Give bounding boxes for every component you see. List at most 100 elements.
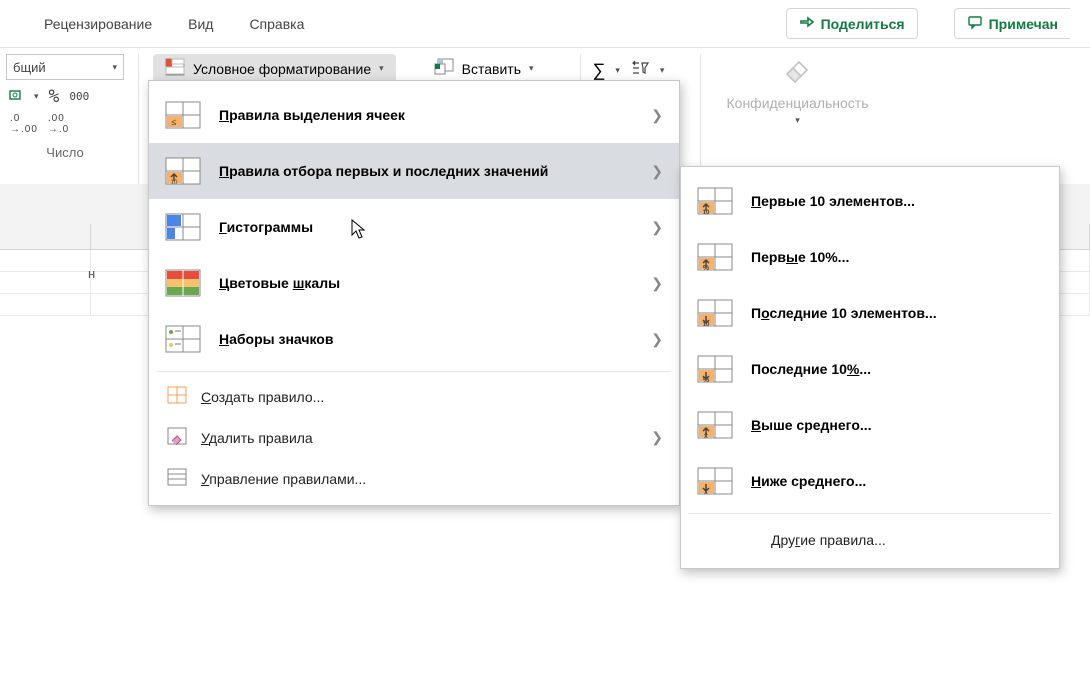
share-icon <box>799 14 815 33</box>
top-10-items-icon: 10 <box>697 187 733 215</box>
sub-top-10-items[interactable]: 10 Первые 10 элементов... <box>681 173 1059 229</box>
comments-label: Примечан <box>989 16 1058 32</box>
menu-label: Управление правилами... <box>201 471 366 487</box>
svg-text:%: % <box>703 377 710 383</box>
cond-format-label: Условное форматирование <box>193 61 371 77</box>
submenu-arrow-icon: ❯ <box>651 219 663 236</box>
sub-bottom-10-percent[interactable]: % Последние 10%... <box>681 341 1059 397</box>
bottom-10-percent-icon: % <box>697 355 733 383</box>
conditional-formatting-button[interactable]: Условное форматирование ▾ <box>153 54 396 83</box>
sub-other-rules[interactable]: Другие правила... <box>681 518 1059 562</box>
menu-top-bottom-rules[interactable]: 10 Правила отбора первых и последних зна… <box>149 143 679 199</box>
submenu-arrow-icon: ❯ <box>651 163 663 180</box>
cond-format-icon <box>165 58 185 79</box>
chevron-down-icon: ▾ <box>112 62 117 73</box>
top-bottom-rules-submenu: 10 Первые 10 элементов... % Первые 10%..… <box>680 166 1060 569</box>
tab-review[interactable]: Рецензирование <box>44 16 152 32</box>
sub-label: Первые 10 элементов... <box>751 193 915 209</box>
sub-label: Ниже среднего... <box>751 473 866 489</box>
autosum-icon[interactable]: ∑ <box>593 60 606 81</box>
cells-group: Вставить ▾ <box>426 54 542 83</box>
menu-clear-rules[interactable]: Удалить правила ❯ <box>149 417 679 458</box>
new-rule-icon <box>167 386 187 407</box>
highlight-rules-icon: ≤ <box>165 101 201 129</box>
number-format-combo[interactable]: бщий ▾ <box>6 54 124 80</box>
insert-icon <box>434 58 454 79</box>
svg-text:≤: ≤ <box>172 117 177 127</box>
submenu-arrow-icon: ❯ <box>651 107 663 124</box>
number-group: бщий ▾ ▾ % 000 .0→.00 .00→.0 Число <box>6 54 124 166</box>
menu-label: Создать правило... <box>201 389 324 405</box>
insert-label: Вставить <box>462 61 521 77</box>
menu-label: Правила выделения ячеек <box>219 107 633 123</box>
chevron-down-icon: ▾ <box>379 63 384 74</box>
submenu-arrow-icon: ❯ <box>651 275 663 292</box>
above-average-icon: x̄ <box>697 411 733 439</box>
sub-label: Выше среднего... <box>751 417 872 433</box>
sub-bottom-10-items[interactable]: 10 Последние 10 элементов... <box>681 285 1059 341</box>
sub-label: Первые 10%... <box>751 249 849 265</box>
sub-below-average[interactable]: x̄ Ниже среднего... <box>681 453 1059 509</box>
share-button[interactable]: Поделиться <box>786 8 918 39</box>
sub-label: Последние 10%... <box>751 361 871 377</box>
svg-text:10: 10 <box>703 322 710 327</box>
sub-label: Другие правила... <box>771 532 886 548</box>
decrease-decimal-icon[interactable]: .00→.0 <box>48 113 69 135</box>
data-bars-icon <box>165 213 201 241</box>
manage-rules-icon <box>167 468 187 489</box>
styles-group: Условное форматирование ▾ <box>153 54 396 83</box>
chevron-down-icon[interactable]: ▾ <box>615 65 620 76</box>
svg-text:x̄: x̄ <box>704 432 708 439</box>
chevron-down-icon: ▾ <box>795 115 800 126</box>
svg-text:%: % <box>703 265 710 271</box>
tab-help[interactable]: Справка <box>249 16 304 32</box>
share-label: Поделиться <box>821 16 905 32</box>
menu-data-bars[interactable]: Гистограммы ❯ <box>149 199 679 255</box>
menu-new-rule[interactable]: Создать правило... <box>149 376 679 417</box>
chevron-down-icon[interactable]: ▾ <box>34 91 39 102</box>
menu-color-scales[interactable]: Цветовые шкалы ❯ <box>149 255 679 311</box>
submenu-arrow-icon: ❯ <box>651 331 663 348</box>
number-format-value: бщий <box>13 60 46 75</box>
comments-button[interactable]: Примечан <box>954 8 1070 39</box>
submenu-arrow-icon: ❯ <box>651 429 663 446</box>
menu-label: Цветовые шкалы <box>219 275 633 291</box>
insert-button[interactable]: Вставить ▾ <box>426 54 542 83</box>
below-average-icon: x̄ <box>697 467 733 495</box>
menu-icon-sets[interactable]: Наборы значков ❯ <box>149 311 679 367</box>
column-header-letter: н <box>88 266 95 281</box>
chevron-down-icon[interactable]: ▾ <box>660 65 665 76</box>
clear-rules-icon <box>167 427 187 448</box>
icon-sets-icon <box>165 325 201 353</box>
top-10-percent-icon: % <box>697 243 733 271</box>
svg-text:x̄: x̄ <box>704 488 708 495</box>
sub-top-10-percent[interactable]: % Первые 10%... <box>681 229 1059 285</box>
confidentiality-label: Конфиденциальность <box>727 95 869 111</box>
menu-label: Наборы значков <box>219 331 633 347</box>
eraser-icon <box>781 54 815 91</box>
comment-icon <box>967 14 983 33</box>
menu-highlight-cells-rules[interactable]: ≤ Правила выделения ячеек ❯ <box>149 87 679 143</box>
currency-icon[interactable] <box>8 87 24 107</box>
group-caption-number: Число <box>6 135 124 166</box>
menu-label: Гистограммы <box>219 219 633 235</box>
percent-icon[interactable]: % <box>49 86 60 107</box>
ribbon-tabs: Рецензирование Вид Справка Поделиться Пр… <box>0 0 1090 48</box>
menu-label: Удалить правила <box>201 430 313 446</box>
sub-label: Последние 10 элементов... <box>751 305 937 321</box>
confidentiality-button: Конфиденциальность ▾ <box>713 54 883 126</box>
thousands-icon[interactable]: 000 <box>69 90 89 103</box>
top-bottom-icon: 10 <box>165 157 201 185</box>
menu-manage-rules[interactable]: Управление правилами... <box>149 458 679 499</box>
svg-text:10: 10 <box>171 180 178 185</box>
conditional-formatting-menu: ≤ Правила выделения ячеек ❯ 10 Правила о… <box>148 80 680 506</box>
color-scales-icon <box>165 269 201 297</box>
bottom-10-items-icon: 10 <box>697 299 733 327</box>
mouse-cursor-icon <box>350 218 368 245</box>
tab-view[interactable]: Вид <box>188 16 213 32</box>
sub-above-average[interactable]: x̄ Выше среднего... <box>681 397 1059 453</box>
chevron-down-icon: ▾ <box>529 63 534 74</box>
menu-label: Правила отбора первых и последних значен… <box>219 163 633 179</box>
svg-text:10: 10 <box>703 210 710 215</box>
increase-decimal-icon[interactable]: .0→.00 <box>10 113 38 135</box>
